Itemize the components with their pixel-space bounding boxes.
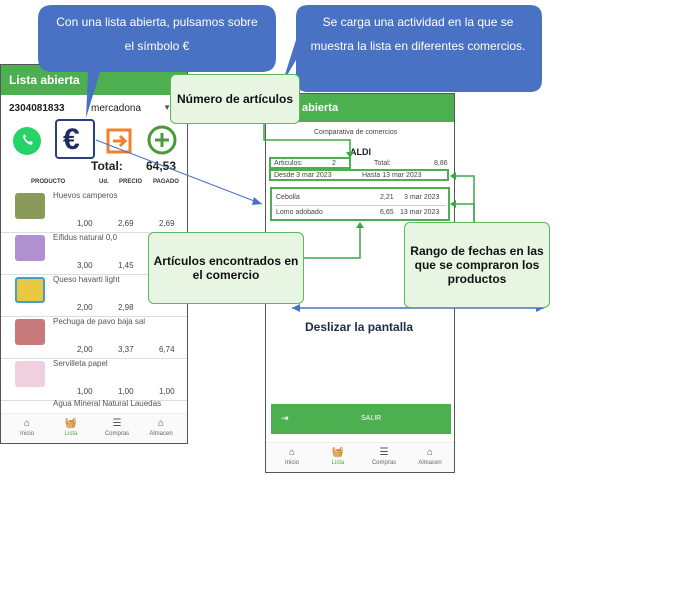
callout-articulos: Número de artículos [170, 74, 300, 124]
connector-lines [38, 5, 544, 312]
callout-encontrados-text: Artículos encontrados en el comercio [153, 254, 299, 282]
callout-fechas-text: Rango de fechas en las que se compraron … [410, 244, 544, 286]
callout-blue-left: Con una lista abierta, pulsamos sobre el… [56, 15, 258, 53]
callout-blue-right: Se carga una actividad en la que se mues… [310, 15, 526, 53]
callout-fechas: Rango de fechas en las que se compraron … [404, 222, 550, 308]
callout-articulos-text: Número de artículos [176, 92, 294, 106]
swipe-label: Deslizar la pantalla [305, 320, 414, 334]
callout-encontrados: Artículos encontrados en el comercio [148, 232, 304, 304]
